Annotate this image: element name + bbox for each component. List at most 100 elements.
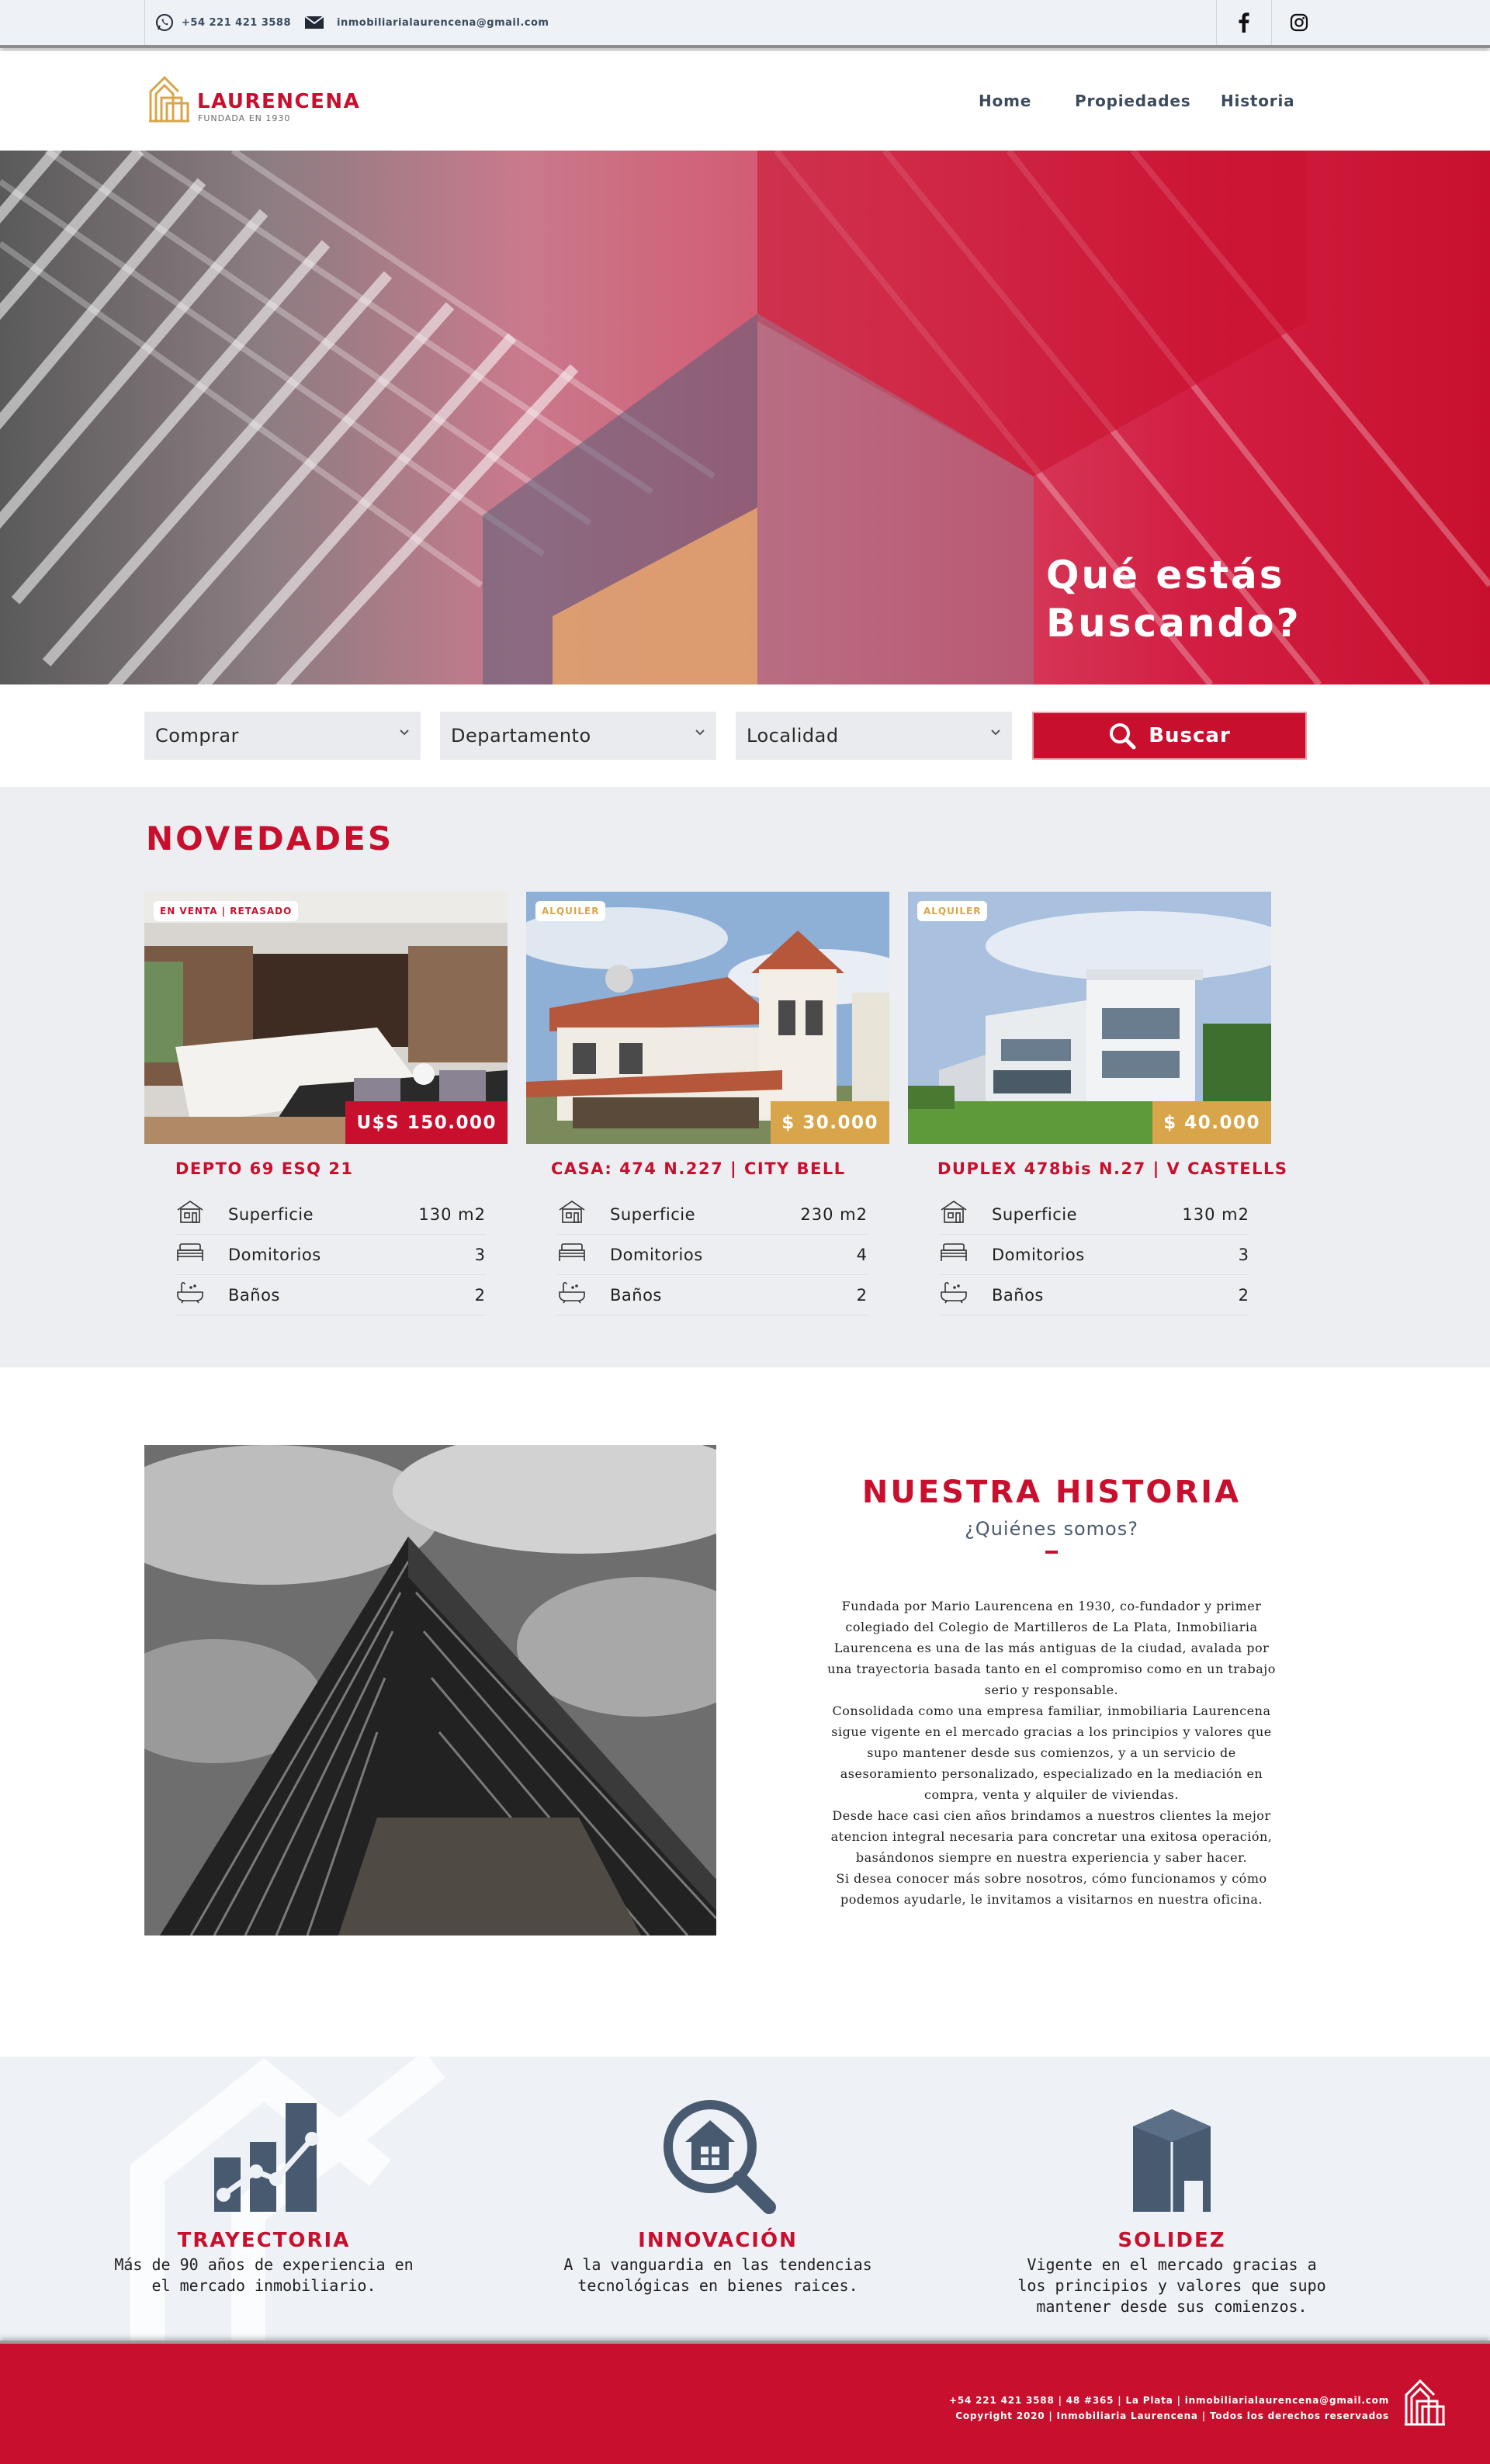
property-card[interactable]: ALQUILER $ 40.000 DUPLEX 478bis N.27 | V…: [908, 892, 1287, 1326]
facebook-icon: [1239, 12, 1249, 33]
footer-contact: +54 221 421 3588 | 48 #365 | La Plata | …: [949, 2395, 1389, 2406]
house-icon: [941, 1201, 967, 1223]
email-address: inmobiliarialaurencena@gmail.com: [337, 16, 549, 29]
instagram-icon: [1290, 13, 1308, 32]
spec-label: Baños: [992, 1286, 1044, 1305]
hero-title-line: Buscando?: [1046, 601, 1301, 646]
spec-value: 2: [1238, 1286, 1249, 1305]
spec-value: 3: [1238, 1246, 1249, 1264]
chevron-down-icon: [400, 729, 409, 736]
whatsapp-icon: [156, 14, 173, 31]
chevron-down-icon: [695, 729, 705, 736]
price-tag: $ 30.000: [771, 1101, 889, 1144]
property-title[interactable]: DUPLEX 478bis N.27 | V CASTELLS: [937, 1159, 1287, 1178]
logo-name[interactable]: LAURENCENA: [197, 90, 360, 113]
email-contact[interactable]: inmobiliarialaurencena@gmail.com: [304, 0, 549, 45]
instagram-link[interactable]: [1272, 0, 1326, 45]
value-description: Más de 90 años de experiencia en el merc…: [114, 2255, 414, 2295]
value-description: A la vanguardia en las tendencias tecnol…: [563, 2255, 872, 2295]
property-type-select-value: Departamento: [451, 725, 591, 747]
value-title: TRAYECTORIA: [177, 2229, 351, 2252]
phone-contact[interactable]: +54 221 421 3588: [155, 0, 291, 45]
site-header: LAURENCENA FUNDADA EN 1930 Home Propieda…: [0, 51, 1490, 151]
price-tag: $ 40.000: [1152, 1101, 1271, 1144]
property-card[interactable]: ALQUILER $ 30.000 CASA: 474 N.227 | CITY…: [526, 892, 889, 1326]
property-card[interactable]: EN VENTA | RETASADO U$S 150.000 DEPTO 69…: [144, 892, 508, 1326]
property-type-select[interactable]: Departamento: [440, 712, 716, 760]
search-bar: Comprar Departamento Localidad Buscar: [0, 684, 1490, 787]
bed-icon: [559, 1243, 585, 1261]
facebook-link[interactable]: [1217, 0, 1271, 45]
spec-label: Superficie: [228, 1205, 314, 1224]
top-bar-divider: [144, 0, 145, 45]
location-select[interactable]: Localidad: [736, 712, 1012, 760]
spec-label: Domitorios: [610, 1246, 703, 1264]
hero-title: Qué estás Buscando?: [1046, 551, 1301, 647]
top-bar: +54 221 421 3588 inmobiliarialaurencena@…: [0, 0, 1490, 48]
value-description: Vigente en el mercado gracias a los prin…: [1017, 2255, 1326, 2316]
buildings-icon: [1133, 2109, 1211, 2212]
historia-subtitle: ¿Quiénes somos?: [965, 1518, 1138, 1540]
nav-historia[interactable]: Historia: [1221, 92, 1294, 110]
historia-paragraph: Desde hace casi cien años brindamos a nu…: [830, 1808, 1273, 1865]
property-image[interactable]: EN VENTA | RETASADO U$S 150.000: [144, 892, 508, 1144]
bathtub-icon: [177, 1281, 203, 1304]
spec-label: Baños: [228, 1286, 280, 1305]
property-title[interactable]: DEPTO 69 ESQ 21: [175, 1159, 354, 1178]
building-photo-graphic: [144, 1445, 716, 1936]
spec-row: Superficie 130 m2: [175, 1194, 486, 1235]
logo-mark-icon[interactable]: [1403, 2378, 1447, 2426]
historia-paragraph: Si desea conocer más sobre nosotros, cóm…: [836, 1871, 1267, 1907]
spec-row: Domitorios 3: [175, 1235, 486, 1275]
spec-row: Baños 2: [175, 1275, 486, 1315]
spec-row: Superficie 130 m2: [939, 1194, 1249, 1235]
historia-title: NUESTRA HISTORIA: [861, 1475, 1242, 1510]
property-image[interactable]: ALQUILER $ 40.000: [908, 892, 1271, 1144]
search-button[interactable]: Buscar: [1032, 712, 1307, 760]
listing-badge: ALQUILER: [535, 901, 606, 921]
spec-row: Domitorios 3: [939, 1235, 1249, 1275]
search-button-label: Buscar: [1149, 724, 1231, 747]
spec-label: Baños: [610, 1286, 662, 1305]
house-icon: [559, 1201, 585, 1223]
nav-propiedades[interactable]: Propiedades: [1075, 92, 1190, 110]
section-title: NOVEDADES: [146, 820, 394, 858]
spec-label: Domitorios: [228, 1246, 321, 1264]
spec-row: Baños 2: [557, 1275, 868, 1315]
bathtub-icon: [559, 1281, 585, 1304]
spec-row: Baños 2: [939, 1275, 1249, 1315]
logo-tagline: FUNDADA EN 1930: [198, 113, 291, 123]
spec-row: Domitorios 4: [557, 1235, 868, 1275]
bed-icon: [177, 1243, 203, 1261]
spec-label: Superficie: [610, 1205, 696, 1224]
spec-value: 2: [856, 1286, 868, 1305]
listing-badge: EN VENTA | RETASADO: [154, 901, 299, 921]
values-section: TRAYECTORIA Más de 90 años de experienci…: [0, 2057, 1490, 2341]
spec-value: 2: [474, 1286, 486, 1305]
spec-label: Domitorios: [992, 1246, 1085, 1264]
spec-row: Superficie 230 m2: [557, 1194, 868, 1235]
building-photo: [144, 1445, 716, 1936]
historia-section: NUESTRA HISTORIA ¿Quiénes somos? Fundada…: [0, 1367, 1490, 2057]
logo-mark-icon[interactable]: [147, 75, 191, 123]
property-title[interactable]: CASA: 474 N.227 | CITY BELL: [551, 1159, 846, 1178]
footer-copyright: Copyright 2020 | Inmobiliaria Laurencena…: [955, 2410, 1389, 2421]
spec-value: 4: [856, 1246, 868, 1264]
property-image[interactable]: ALQUILER $ 30.000: [526, 892, 889, 1144]
house-icon: [177, 1201, 203, 1223]
spec-value: 230 m2: [800, 1205, 868, 1224]
nav-home[interactable]: Home: [979, 92, 1031, 110]
spec-value: 130 m2: [418, 1205, 486, 1224]
location-select-value: Localidad: [747, 725, 839, 747]
bed-icon: [941, 1243, 967, 1261]
title-divider: [1045, 1551, 1058, 1554]
value-title: SOLIDEZ: [1118, 2229, 1226, 2252]
growth-chart-icon: [214, 2103, 319, 2212]
operation-select[interactable]: Comprar: [144, 712, 421, 760]
spec-value: 130 m2: [1182, 1205, 1249, 1224]
mail-icon: [304, 16, 324, 29]
hero-banner: Qué estás Buscando?: [0, 151, 1490, 684]
bathtub-icon: [941, 1281, 967, 1304]
hero-title-line: Qué estás: [1046, 553, 1285, 598]
house-magnifier-icon: [664, 2100, 776, 2214]
